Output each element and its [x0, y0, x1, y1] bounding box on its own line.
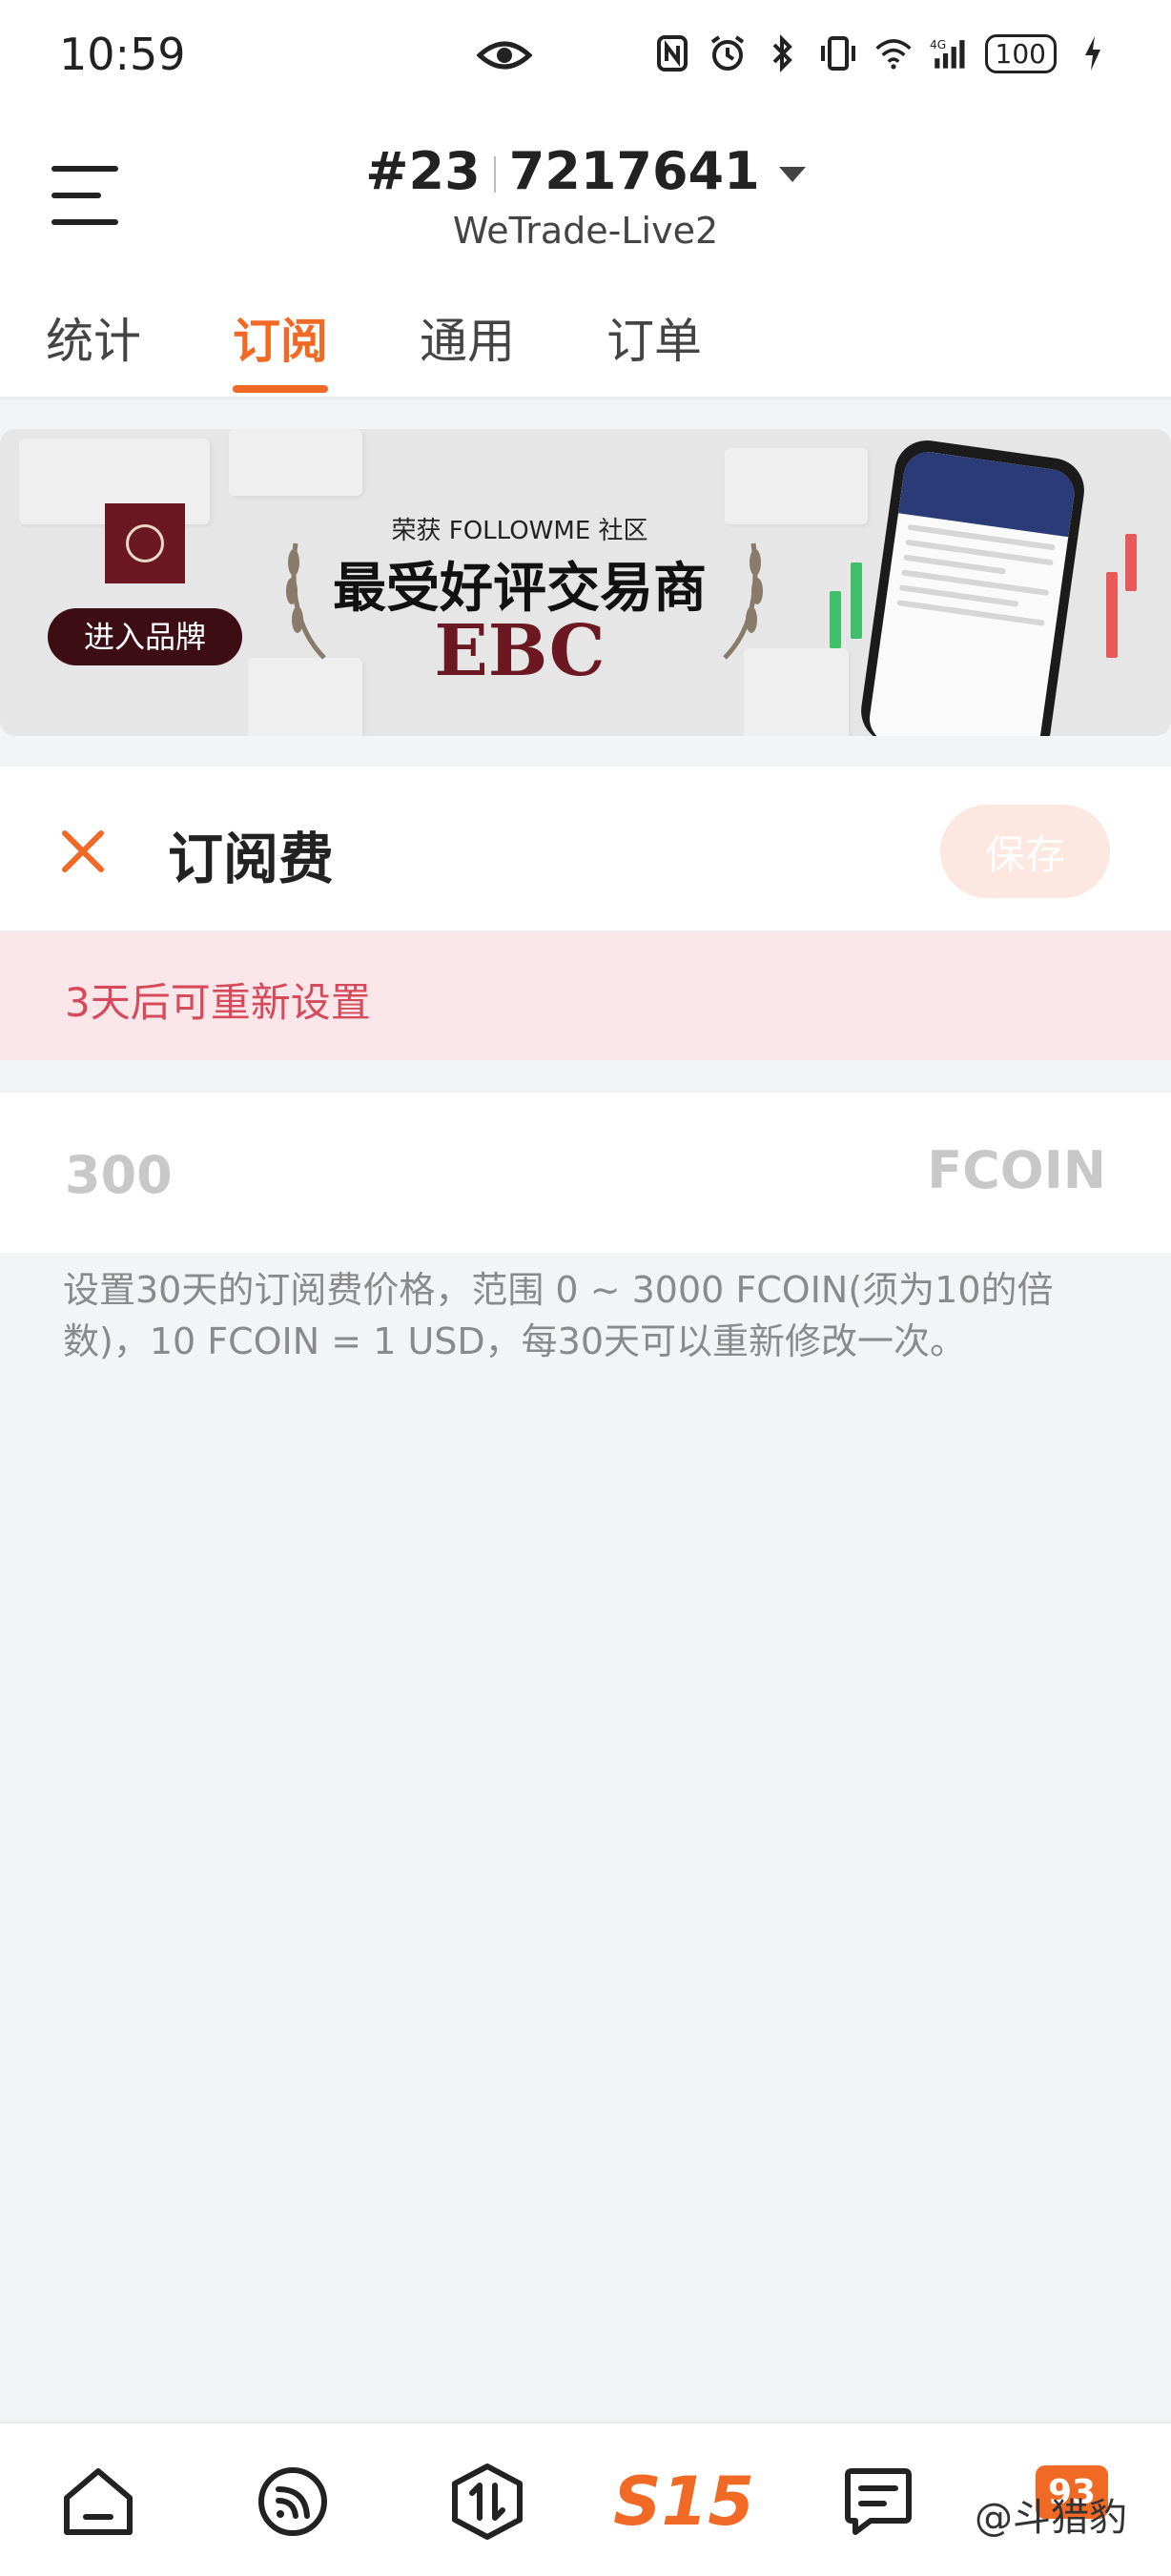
battery-indicator: 100 — [984, 33, 1057, 73]
notice-text: 3天后可重新设置 — [65, 979, 371, 1026]
tab-bar: 统计 订阅 通用 订单 — [0, 282, 1171, 399]
fee-input[interactable] — [63, 1140, 734, 1209]
status-icons: 4G 100 — [653, 32, 1112, 74]
reset-notice: 3天后可重新设置 — [0, 932, 1171, 1060]
panel-title: 订阅费 — [168, 827, 335, 891]
promo-banner[interactable]: 进入品牌 荣获 FOLLOWME 社区 最受好评交易商 EBC — [0, 429, 1171, 736]
wifi-icon — [874, 32, 913, 74]
chevron-down-icon — [778, 167, 806, 183]
candle-decoration — [1106, 572, 1118, 658]
account-id: 7217641 — [508, 141, 760, 201]
save-button[interactable]: 保存 — [940, 805, 1110, 898]
tab-subscription[interactable]: 订阅 — [233, 303, 328, 372]
divider — [493, 156, 496, 194]
status-bar: 10:59 4G 100 — [0, 0, 1171, 114]
trade-icon[interactable] — [444, 2462, 530, 2542]
phone-image — [856, 436, 1089, 736]
tab-general[interactable]: 通用 — [420, 303, 515, 372]
laurel-icon — [723, 542, 763, 660]
close-icon[interactable] — [59, 828, 107, 875]
tab-orders[interactable]: 订单 — [606, 303, 702, 372]
fee-panel-header: 订阅费 保存 — [0, 767, 1171, 932]
unit-label: FCOIN — [927, 1140, 1106, 1200]
app-header: #23 7217641 WeTrade-Live2 — [0, 114, 1171, 282]
account-id-prefix: #23 — [365, 141, 481, 201]
helper-text: 设置30天的订阅费价格，范围 0 ~ 3000 FCOIN(须为10的倍数)，1… — [63, 1269, 1054, 1362]
candle-decoration — [1125, 534, 1137, 591]
s15-button[interactable]: S15 — [613, 2462, 754, 2542]
signal-4g-icon: 4G — [930, 32, 968, 74]
bluetooth-icon — [764, 32, 802, 74]
eye-icon — [476, 36, 533, 78]
alarm-icon — [709, 32, 747, 74]
status-time: 10:59 — [59, 29, 186, 80]
ebc-logo — [105, 503, 185, 583]
watermark: @斗猎豹 — [975, 2496, 1127, 2540]
enter-brand-button[interactable]: 进入品牌 — [48, 608, 242, 665]
home-icon[interactable] — [55, 2462, 141, 2542]
message-icon[interactable] — [835, 2462, 921, 2542]
tab-statistics[interactable]: 统计 — [46, 303, 141, 372]
tab-active-indicator — [233, 385, 328, 393]
award-subtitle: 荣获 FOLLOWME 社区 — [391, 517, 648, 545]
nfc-icon — [653, 32, 691, 74]
charging-icon — [1074, 32, 1112, 74]
candle-decoration — [830, 591, 841, 648]
account-selector[interactable]: #23 7217641 — [0, 141, 1171, 201]
award-brand: EBC — [434, 610, 606, 692]
svg-text:4G: 4G — [930, 38, 946, 51]
candle-decoration — [851, 562, 862, 639]
fee-input-row: FCOIN — [0, 1093, 1171, 1253]
feed-icon[interactable] — [250, 2462, 336, 2542]
vibrate-icon — [819, 32, 857, 74]
server-name: WeTrade-Live2 — [452, 210, 719, 252]
